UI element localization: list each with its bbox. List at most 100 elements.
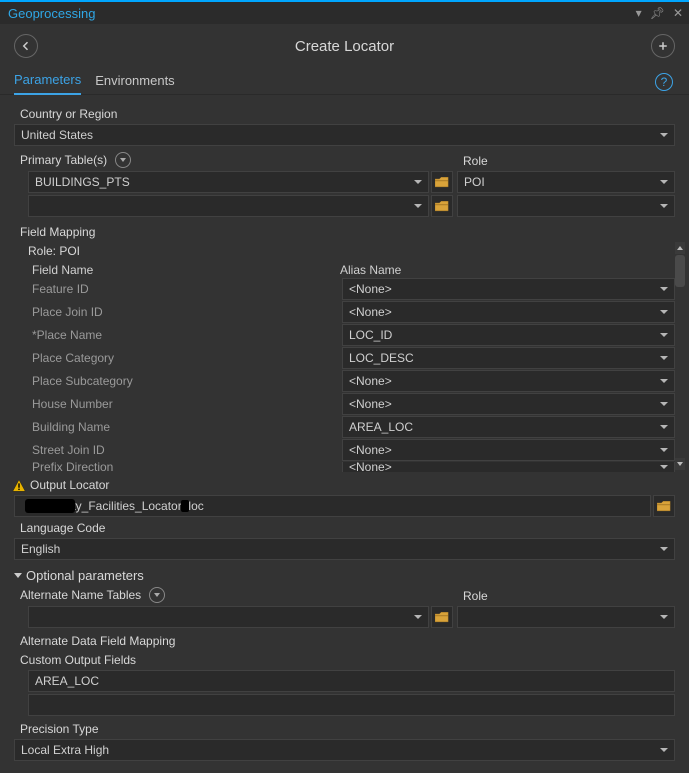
tab-bar: Parameters Environments ? [0, 64, 689, 95]
label-primary-tables: Primary Table(s) [14, 150, 453, 171]
tab-parameters[interactable]: Parameters [14, 68, 81, 95]
primary-table-1-value: BUILDINGS_PTS [35, 175, 130, 189]
help-icon[interactable]: ? [655, 73, 673, 91]
tab-environments[interactable]: Environments [95, 69, 174, 94]
precision-dropdown[interactable]: Local Extra High [14, 739, 675, 761]
alt-role-1-dropdown[interactable] [457, 606, 675, 628]
field-mapping-alias-dropdown[interactable]: <None> [342, 393, 675, 415]
field-mapping-alias-value: <None> [349, 397, 392, 411]
primary-table-1-browse[interactable] [431, 171, 453, 193]
country-value: United States [21, 128, 93, 142]
label-role: Role [457, 152, 675, 171]
field-mapping-row: Feature ID<None> [22, 278, 675, 300]
field-mapping-label: Place Join ID [22, 305, 340, 319]
chevron-down-icon [660, 465, 668, 469]
field-mapping-alias-dropdown[interactable]: <None> [342, 439, 675, 461]
field-mapping-row: Place Subcategory <None> [22, 370, 675, 392]
alt-table-1-dropdown[interactable] [28, 606, 429, 628]
field-mapping-alias-dropdown[interactable]: AREA_LOC [342, 416, 675, 438]
panel-titlebar: Geoprocessing ▾ 📌︎ ✕ [0, 2, 689, 24]
language-dropdown[interactable]: English [14, 538, 675, 560]
alt-table-1-browse[interactable] [431, 606, 453, 628]
field-mapping-alias-value: AREA_LOC [349, 420, 413, 434]
output-locator-input[interactable]: _City_Facilities_Locator loc [14, 495, 651, 517]
field-mapping-label: Place Subcategory [22, 374, 340, 388]
chevron-down-icon [660, 748, 668, 752]
chevron-down-icon [414, 615, 422, 619]
label-language: Language Code [14, 519, 675, 538]
role-1-dropdown[interactable]: POI [457, 171, 675, 193]
label-alt-tables: Alternate Name Tables [14, 585, 453, 606]
section-optional[interactable]: Optional parameters [14, 568, 675, 583]
field-mapping-row: Building Name AREA_LOC [22, 416, 675, 438]
primary-table-2-browse[interactable] [431, 195, 453, 217]
field-mapping-alias-dropdown[interactable]: <None> [342, 462, 675, 472]
add-button[interactable] [651, 34, 675, 58]
label-alt-tables-text: Alternate Name Tables [20, 588, 141, 602]
field-mapping-alias-value: <None> [349, 462, 392, 472]
output-locator-value: _City_Facilities_Locator loc [21, 499, 204, 513]
field-mapping-label: Street Join ID [22, 443, 340, 457]
chevron-down-icon [660, 333, 668, 337]
field-mapping-label: House Number [22, 397, 340, 411]
chevron-down-icon [660, 425, 668, 429]
language-value: English [21, 542, 60, 556]
field-mapping-alias-value: <None> [349, 374, 392, 388]
field-mapping-row: *Place Name LOC_ID [22, 324, 675, 346]
tool-header: Create Locator [0, 24, 689, 64]
custom-field-1-value: AREA_LOC [35, 674, 99, 688]
field-mapping-alias-value: <None> [349, 305, 392, 319]
precision-value: Local Extra High [21, 743, 109, 757]
header-field-name: Field Name [22, 263, 340, 277]
primary-table-1-dropdown[interactable]: BUILDINGS_PTS [28, 171, 429, 193]
label-custom-fields: Custom Output Fields [14, 651, 675, 670]
dropdown-icon[interactable]: ▾ [636, 7, 642, 19]
field-mapping-alias-dropdown[interactable]: <None> [342, 370, 675, 392]
field-mapping-alias-dropdown[interactable]: <None> [342, 278, 675, 300]
label-role-poi: Role: POI [22, 242, 675, 261]
field-mapping-alias-dropdown[interactable]: LOC_ID [342, 324, 675, 346]
label-alt-role: Role [457, 587, 675, 606]
label-output-locator: Output Locator [30, 476, 109, 495]
field-mapping-row: Place Join ID <None> [22, 301, 675, 323]
field-mapping-alias-value: LOC_DESC [349, 351, 414, 365]
chevron-down-icon [660, 356, 668, 360]
role-2-dropdown[interactable] [457, 195, 675, 217]
chevron-down-icon [660, 310, 668, 314]
chevron-down-icon [660, 287, 668, 291]
header-alias-name: Alias Name [340, 263, 675, 277]
chevron-down-icon [414, 180, 422, 184]
country-dropdown[interactable]: United States [14, 124, 675, 146]
field-mapping-label: Building Name [22, 420, 340, 434]
field-mapping-area: Role: POI Field Name Alias Name Feature … [14, 242, 675, 472]
field-mapping-label: Place Category [22, 351, 340, 365]
chevron-down-icon [660, 133, 668, 137]
chevron-down-icon [414, 204, 422, 208]
field-mapping-label: *Place Name [22, 328, 340, 342]
field-mapping-alias-dropdown[interactable]: LOC_DESC [342, 347, 675, 369]
primary-tables-expand-icon[interactable] [115, 152, 131, 168]
label-country: Country or Region [14, 105, 675, 124]
custom-field-2-input[interactable] [28, 694, 675, 716]
alt-tables-expand-icon[interactable] [149, 587, 165, 603]
output-locator-browse[interactable] [653, 495, 675, 517]
custom-field-1-input[interactable]: AREA_LOC [28, 670, 675, 692]
label-alt-mapping: Alternate Data Field Mapping [14, 632, 675, 651]
scroll-thumb[interactable] [675, 255, 685, 287]
close-icon[interactable]: ✕ [673, 7, 683, 19]
scroll-up-icon[interactable] [675, 242, 685, 254]
primary-table-2-dropdown[interactable] [28, 195, 429, 217]
field-mapping-alias-value: LOC_ID [349, 328, 392, 342]
pin-icon[interactable]: 📌︎ [650, 7, 665, 19]
panel-title: Geoprocessing [8, 6, 95, 21]
mapping-scrollbar[interactable] [675, 242, 685, 470]
scroll-down-icon[interactable] [675, 458, 685, 470]
field-mapping-alias-dropdown[interactable]: <None> [342, 301, 675, 323]
chevron-down-icon [660, 547, 668, 551]
label-field-mapping: Field Mapping [14, 223, 675, 242]
label-primary-tables-text: Primary Table(s) [20, 153, 107, 167]
field-mapping-row: Prefix Direction<None> [22, 462, 675, 472]
back-button[interactable] [14, 34, 38, 58]
label-precision: Precision Type [14, 720, 675, 739]
chevron-down-icon [660, 615, 668, 619]
